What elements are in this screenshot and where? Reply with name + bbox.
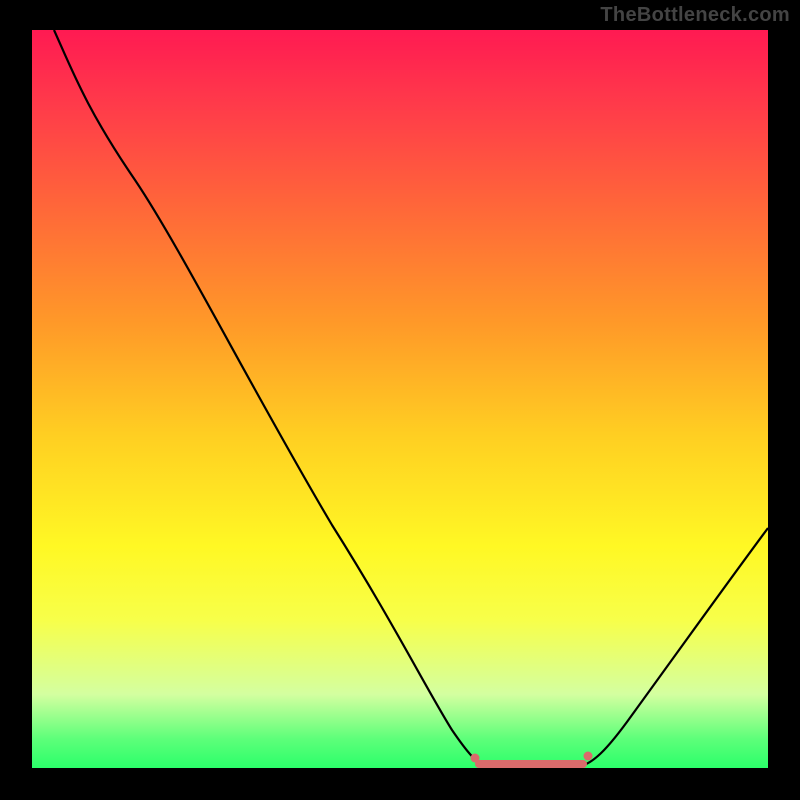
plot-area xyxy=(32,30,768,768)
optimal-range-marker xyxy=(475,760,587,768)
optimal-range-end-dot xyxy=(584,752,593,761)
watermark-text: TheBottleneck.com xyxy=(600,4,790,27)
bottleneck-curve xyxy=(54,30,768,767)
curve-svg xyxy=(32,30,768,768)
chart-container: TheBottleneck.com xyxy=(0,0,800,800)
optimal-range-start-dot xyxy=(471,754,480,763)
